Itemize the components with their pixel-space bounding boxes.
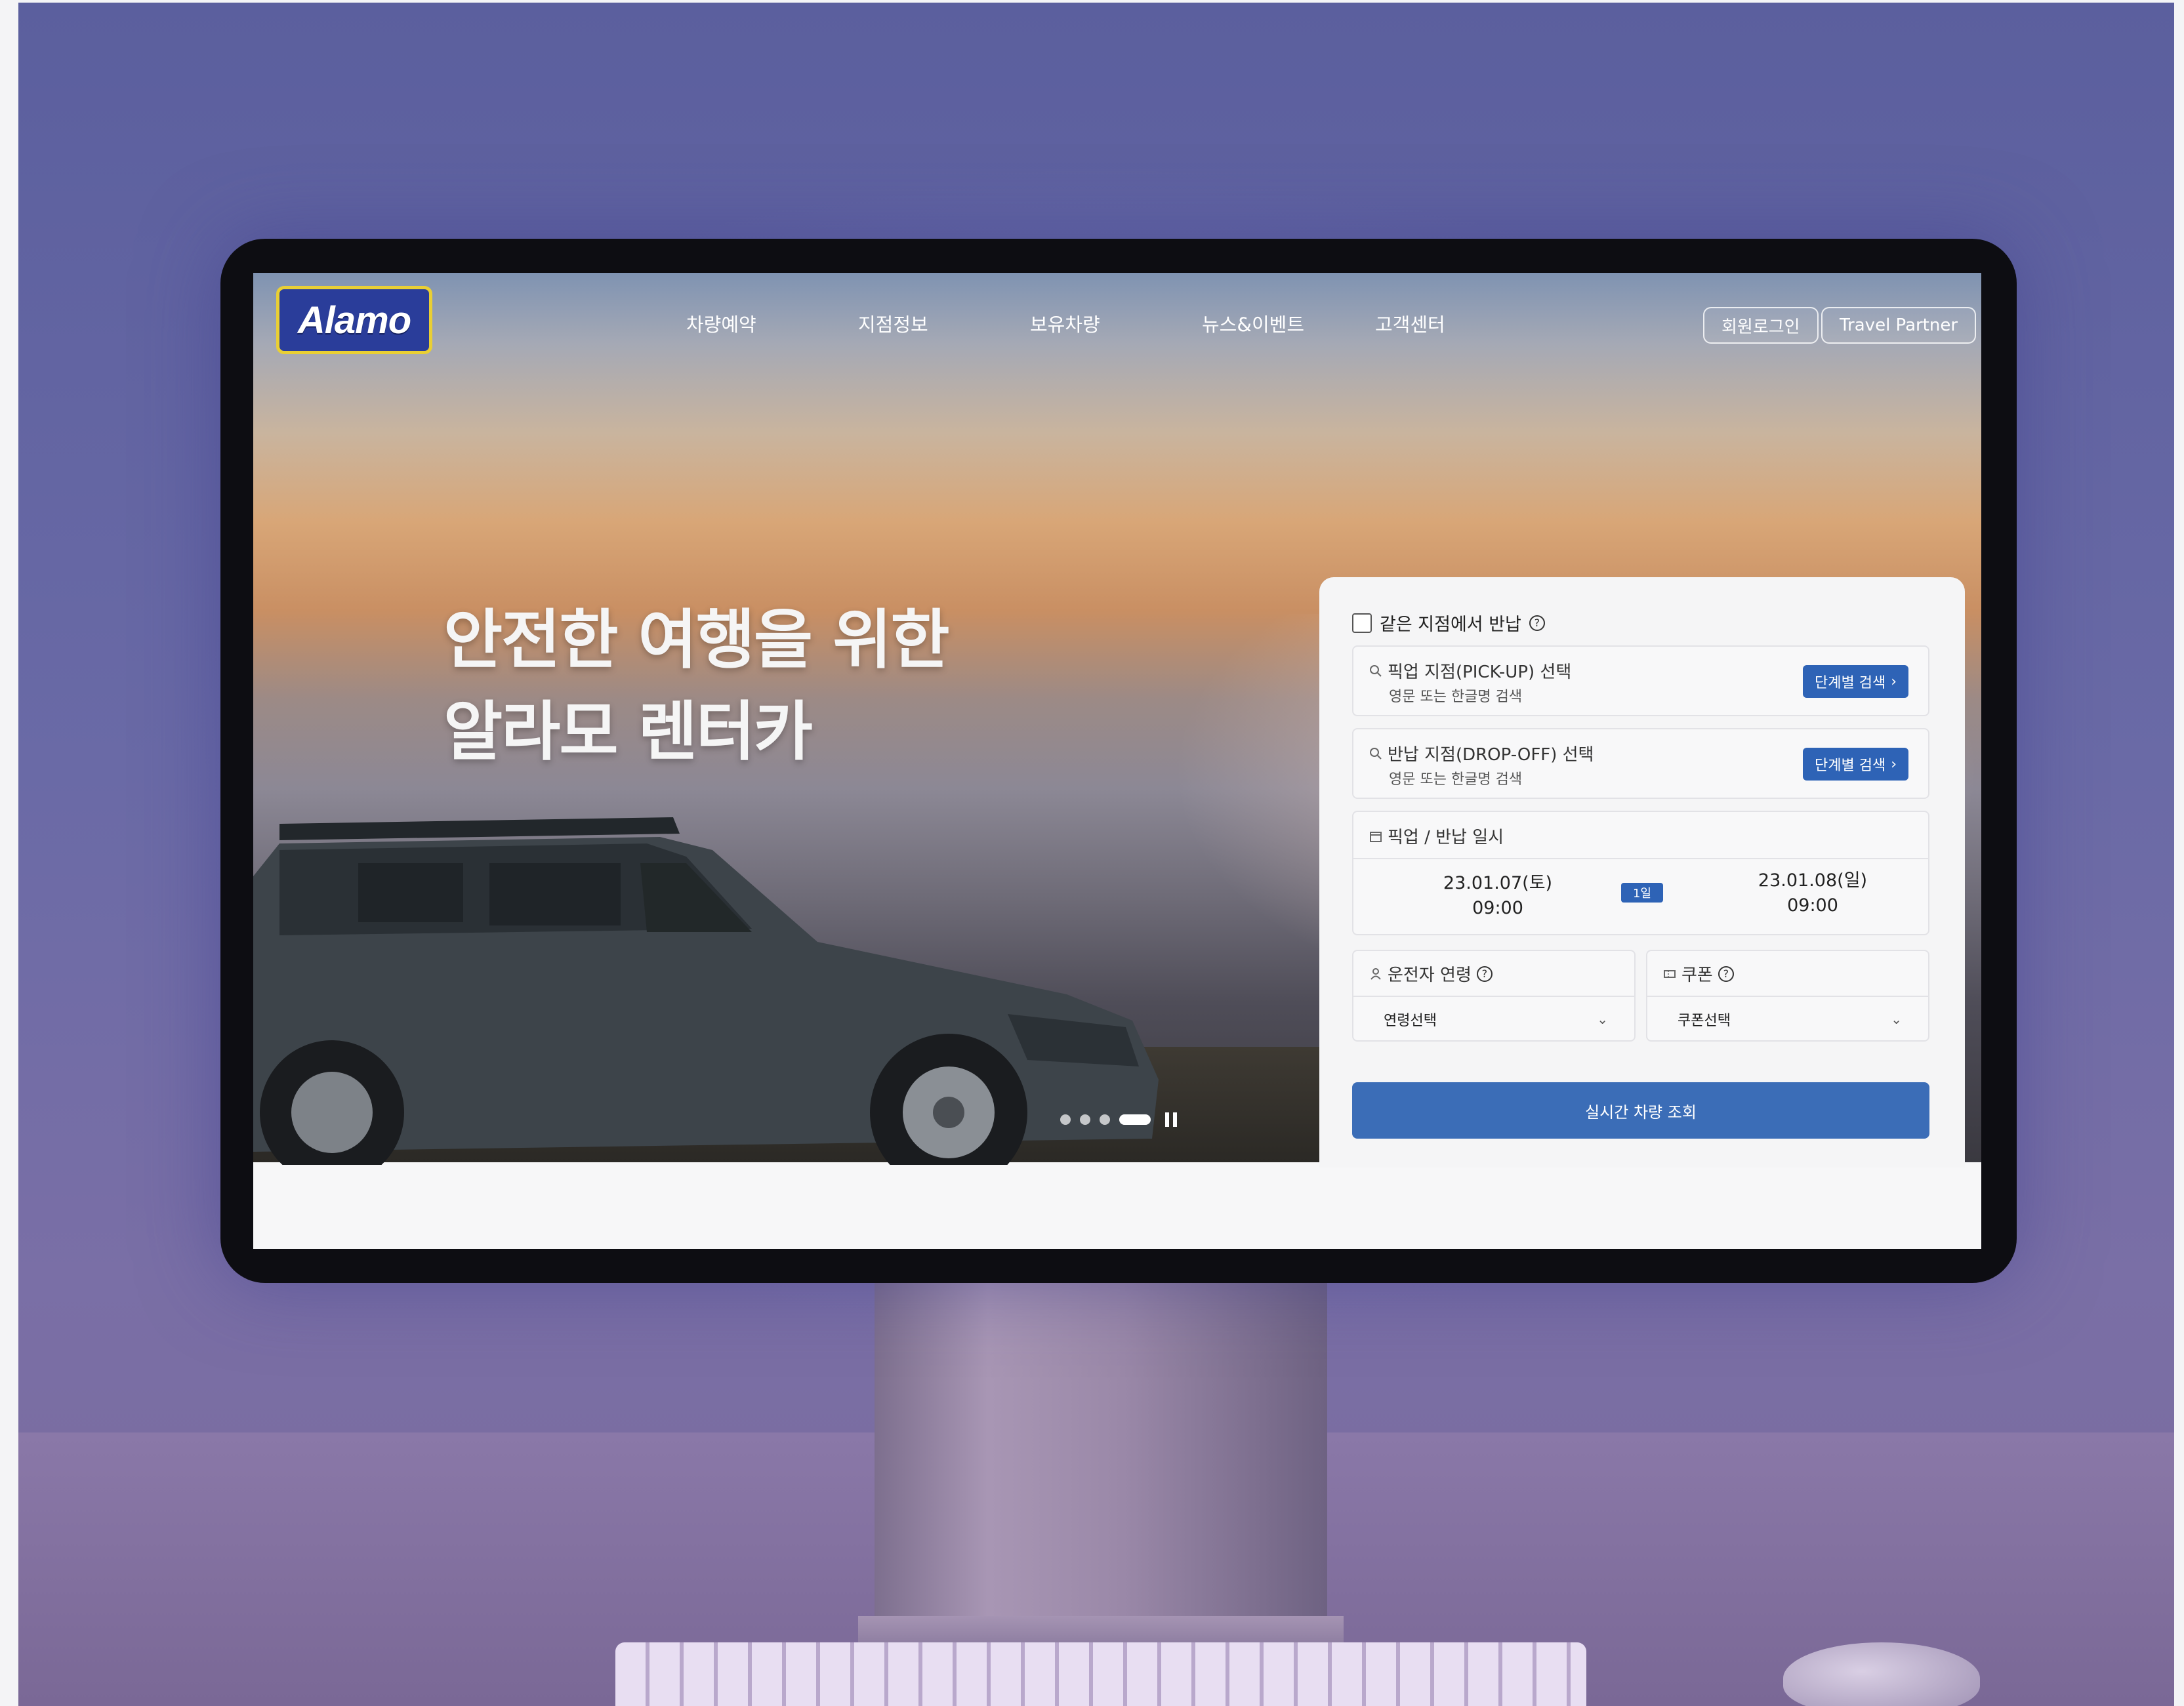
driver-age-select[interactable]: 연령선택 ⌄: [1353, 996, 1634, 1042]
coupon-title: 쿠폰 ?: [1663, 962, 1734, 986]
coupon-icon: [1664, 969, 1676, 978]
calendar-icon: [1370, 831, 1382, 842]
chevron-down-icon: ⌄: [1597, 1011, 1608, 1027]
pickup-location-field[interactable]: 픽업 지점(PICK-UP) 선택 영문 또는 한글명 검색 단계별 검색 ›: [1352, 645, 1929, 716]
pickup-title-text: 픽업 지점(PICK-UP) 선택: [1388, 662, 1572, 682]
slide-dot[interactable]: [1100, 1114, 1110, 1125]
step-search-label: 단계별 검색: [1814, 758, 1886, 774]
return-datetime[interactable]: 23.01.08(일) 09:00: [1747, 868, 1878, 918]
pickup-datetime[interactable]: 23.01.07(토) 09:00: [1432, 871, 1563, 921]
chevron-right-icon: ›: [1891, 756, 1897, 773]
dropoff-step-search-button[interactable]: 단계별 검색 ›: [1802, 748, 1908, 781]
monitor: Alamo 차량예약 지점정보 보유차량 뉴스&이벤트 고객센터 회원로그인 T…: [220, 239, 2017, 1283]
divider: [1353, 858, 1928, 859]
headline-line-1: 안전한 여행을 위한: [443, 603, 950, 678]
coupon-value: 쿠폰선택: [1678, 1013, 1731, 1029]
person-icon: [1370, 967, 1381, 980]
same-location-checkbox[interactable]: [1352, 613, 1372, 633]
monitor-stand: [875, 1275, 1327, 1642]
travel-partner-button[interactable]: Travel Partner: [1821, 307, 1977, 344]
same-location-row: 같은 지점에서 반납 ?: [1352, 610, 1545, 636]
pickup-date: 23.01.07(토): [1443, 873, 1553, 893]
dropoff-subtitle: 영문 또는 한글명 검색: [1389, 771, 1523, 788]
return-time: 09:00: [1787, 895, 1838, 916]
slide-dot[interactable]: [1060, 1114, 1071, 1125]
booking-panel: 같은 지점에서 반납 ? 픽업 지점(PICK-UP) 선택 영문 또는 한글명…: [1319, 577, 1965, 1168]
driver-age-field: 운전자 연령 ? 연령선택 ⌄: [1352, 950, 1636, 1042]
search-icon: [1370, 747, 1382, 760]
pickup-step-search-button[interactable]: 단계별 검색 ›: [1802, 665, 1908, 698]
keyboard: [615, 1642, 1586, 1706]
chevron-right-icon: ›: [1891, 673, 1897, 690]
driver-age-title: 운전자 연령 ?: [1369, 962, 1493, 986]
pause-icon[interactable]: [1165, 1112, 1177, 1127]
duration-badge: 1일: [1621, 883, 1663, 903]
datetime-title: 픽업 / 반납 일시: [1369, 824, 1504, 848]
coupon-title-text: 쿠폰: [1681, 965, 1713, 985]
coupon-field: 쿠폰 ? 쿠폰선택 ⌄: [1646, 950, 1929, 1042]
member-login-button[interactable]: 회원로그인: [1703, 307, 1819, 344]
same-location-label: 같은 지점에서 반납: [1380, 615, 1521, 635]
return-date: 23.01.08(일): [1758, 870, 1868, 891]
help-icon[interactable]: ?: [1529, 615, 1545, 631]
slide-dot-active[interactable]: [1119, 1114, 1151, 1125]
dropoff-location-field[interactable]: 반납 지점(DROP-OFF) 선택 영문 또는 한글명 검색 단계별 검색 ›: [1352, 728, 1929, 799]
suv-image: [253, 817, 1159, 1165]
chevron-down-icon: ⌄: [1891, 1011, 1902, 1027]
mockup-scene: Alamo 차량예약 지점정보 보유차량 뉴스&이벤트 고객센터 회원로그인 T…: [18, 3, 2174, 1706]
datetime-title-text: 픽업 / 반납 일시: [1388, 828, 1504, 847]
nav-item-locations[interactable]: 지점정보: [858, 310, 928, 337]
driver-age-value: 연령선택: [1384, 1013, 1437, 1029]
search-icon: [1370, 664, 1382, 677]
website-screen: Alamo 차량예약 지점정보 보유차량 뉴스&이벤트 고객센터 회원로그인 T…: [253, 273, 1981, 1249]
realtime-search-button[interactable]: 실시간 차량 조회: [1352, 1082, 1929, 1139]
nav-item-reservation[interactable]: 차량예약: [686, 310, 756, 337]
help-icon[interactable]: ?: [1718, 965, 1734, 982]
datetime-field[interactable]: 픽업 / 반납 일시 23.01.07(토) 09:00 1일 23.01.08…: [1352, 811, 1929, 935]
dropoff-title-text: 반납 지점(DROP-OFF) 선택: [1388, 745, 1594, 765]
pickup-title: 픽업 지점(PICK-UP) 선택: [1369, 659, 1571, 683]
nav-item-news-events[interactable]: 뉴스&이벤트: [1202, 310, 1304, 337]
step-search-label: 단계별 검색: [1814, 675, 1886, 691]
headline-line-2: 알라모 렌터카: [443, 695, 813, 769]
nav-item-fleet[interactable]: 보유차량: [1030, 310, 1100, 337]
help-icon[interactable]: ?: [1476, 965, 1493, 982]
pickup-subtitle: 영문 또는 한글명 검색: [1389, 689, 1523, 705]
nav-item-customer-center[interactable]: 고객센터: [1375, 310, 1445, 337]
hero-headline: 안전한 여행을 위한 알라모 렌터카: [443, 594, 950, 778]
pickup-time: 09:00: [1472, 898, 1523, 918]
driver-age-title-text: 운전자 연령: [1388, 965, 1472, 985]
coupon-select[interactable]: 쿠폰선택 ⌄: [1647, 996, 1928, 1042]
slide-indicator: [1060, 1112, 1177, 1127]
dropoff-title: 반납 지점(DROP-OFF) 선택: [1369, 741, 1594, 765]
slide-dot[interactable]: [1080, 1114, 1090, 1125]
